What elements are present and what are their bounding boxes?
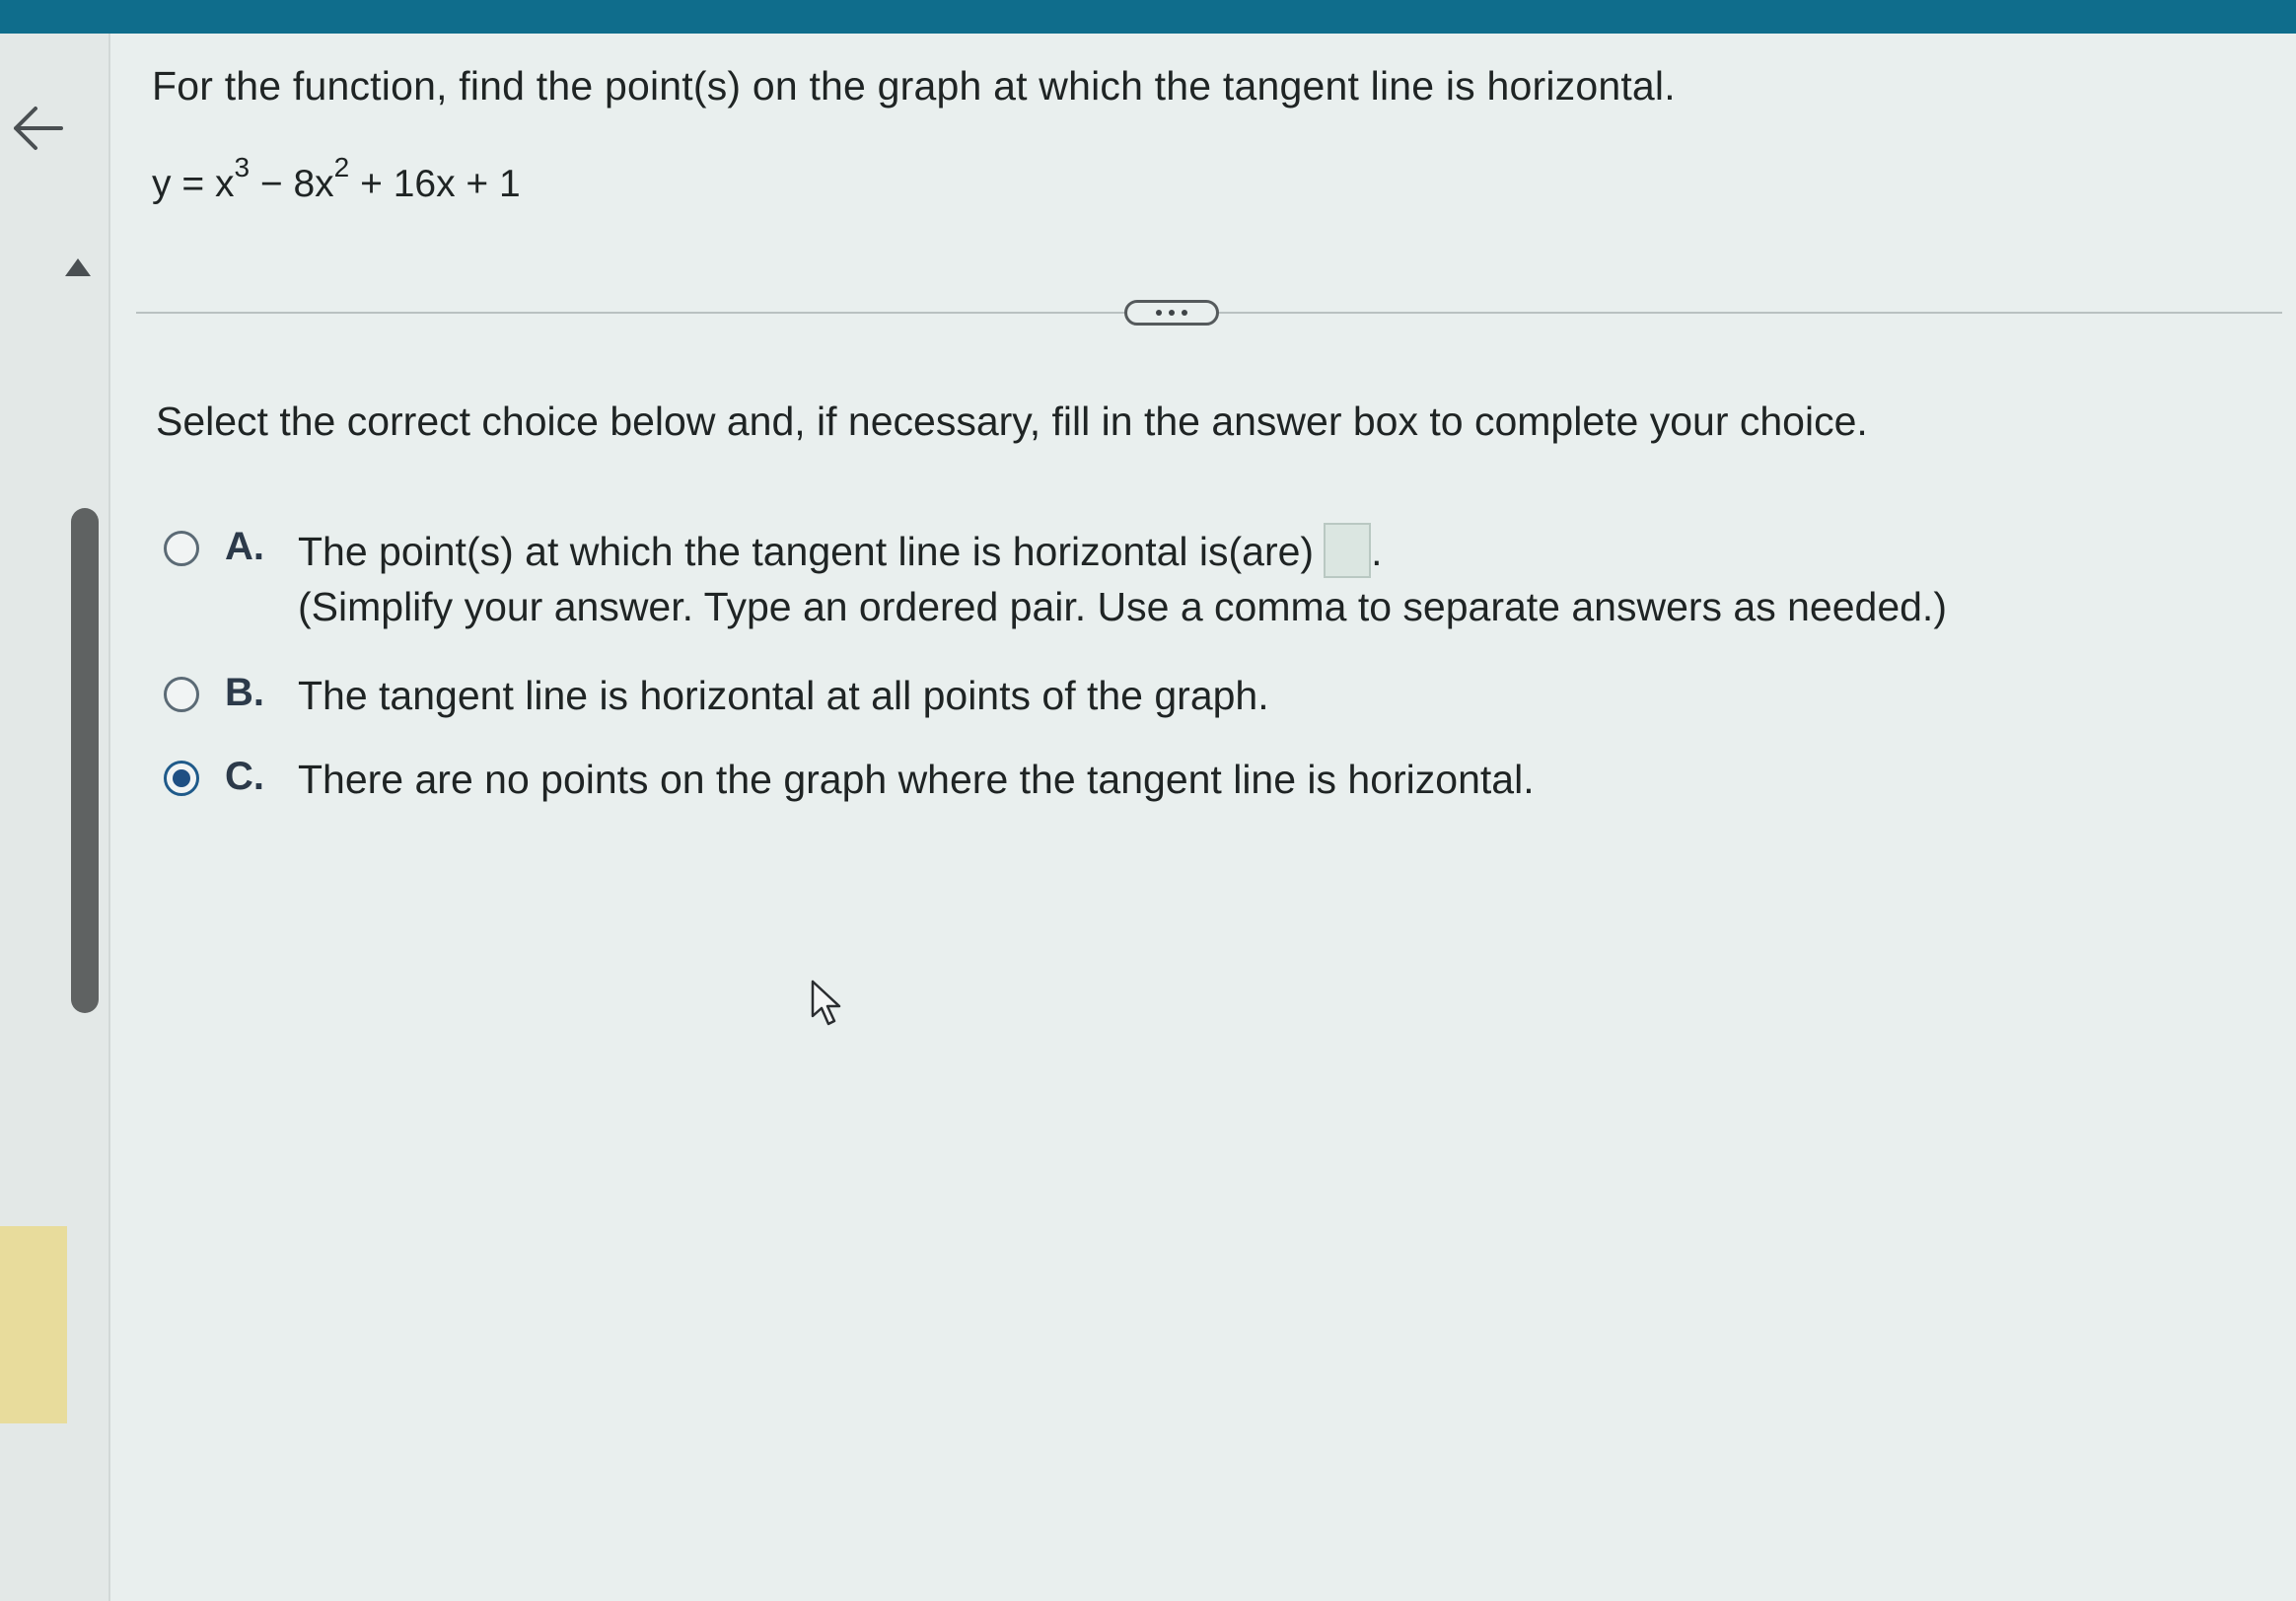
more-options-dot (1182, 310, 1187, 316)
equation-middle: − 8x (250, 163, 334, 205)
back-arrow-icon[interactable] (6, 97, 69, 160)
more-options-dot (1169, 310, 1175, 316)
choice-a-letter: A. (225, 525, 264, 568)
equation-exponent-3: 3 (234, 152, 251, 182)
answer-input[interactable] (1324, 523, 1372, 578)
more-options-button[interactable] (1124, 300, 1219, 326)
choice-a[interactable]: A. The point(s) at which the tangent lin… (164, 523, 2136, 629)
choice-b-radio[interactable] (164, 677, 199, 712)
choice-a-radio[interactable] (164, 531, 199, 566)
more-options-icon (1156, 310, 1162, 316)
question-panel (110, 34, 2296, 1601)
top-bar (0, 0, 2296, 34)
choice-b[interactable]: B. The tangent line is horizontal at all… (164, 671, 1742, 730)
choice-a-text: The point(s) at which the tangent line i… (298, 523, 1383, 582)
equation-base: y = x (152, 163, 235, 205)
function-equation: y = x3 − 8x2 + 16x + 1 (152, 152, 521, 206)
choice-a-label: The point(s) at which the tangent line i… (298, 528, 1315, 574)
choice-c-radio[interactable] (164, 761, 199, 796)
choice-a-suffix: . (1371, 528, 1383, 574)
choice-c[interactable]: C. There are no points on the graph wher… (164, 755, 1742, 814)
choice-b-letter: B. (225, 671, 264, 714)
scrollbar-thumb[interactable] (71, 508, 99, 1013)
choice-c-text: There are no points on the graph where t… (298, 757, 1535, 802)
choice-b-text: The tangent line is horizontal at all po… (298, 673, 1269, 718)
equation-tail: + 16x + 1 (349, 163, 521, 205)
choice-c-letter: C. (225, 755, 264, 798)
equation-exponent-2: 2 (333, 152, 350, 182)
highlight-tab (0, 1226, 67, 1423)
collapse-caret-icon[interactable] (63, 256, 93, 278)
instruction-text: Select the correct choice below and, if … (156, 399, 1868, 444)
mouse-cursor-icon (811, 980, 841, 1026)
choice-a-hint: (Simplify your answer. Type an ordered p… (298, 584, 1947, 629)
question-prompt: For the function, find the point(s) on t… (152, 63, 1676, 109)
